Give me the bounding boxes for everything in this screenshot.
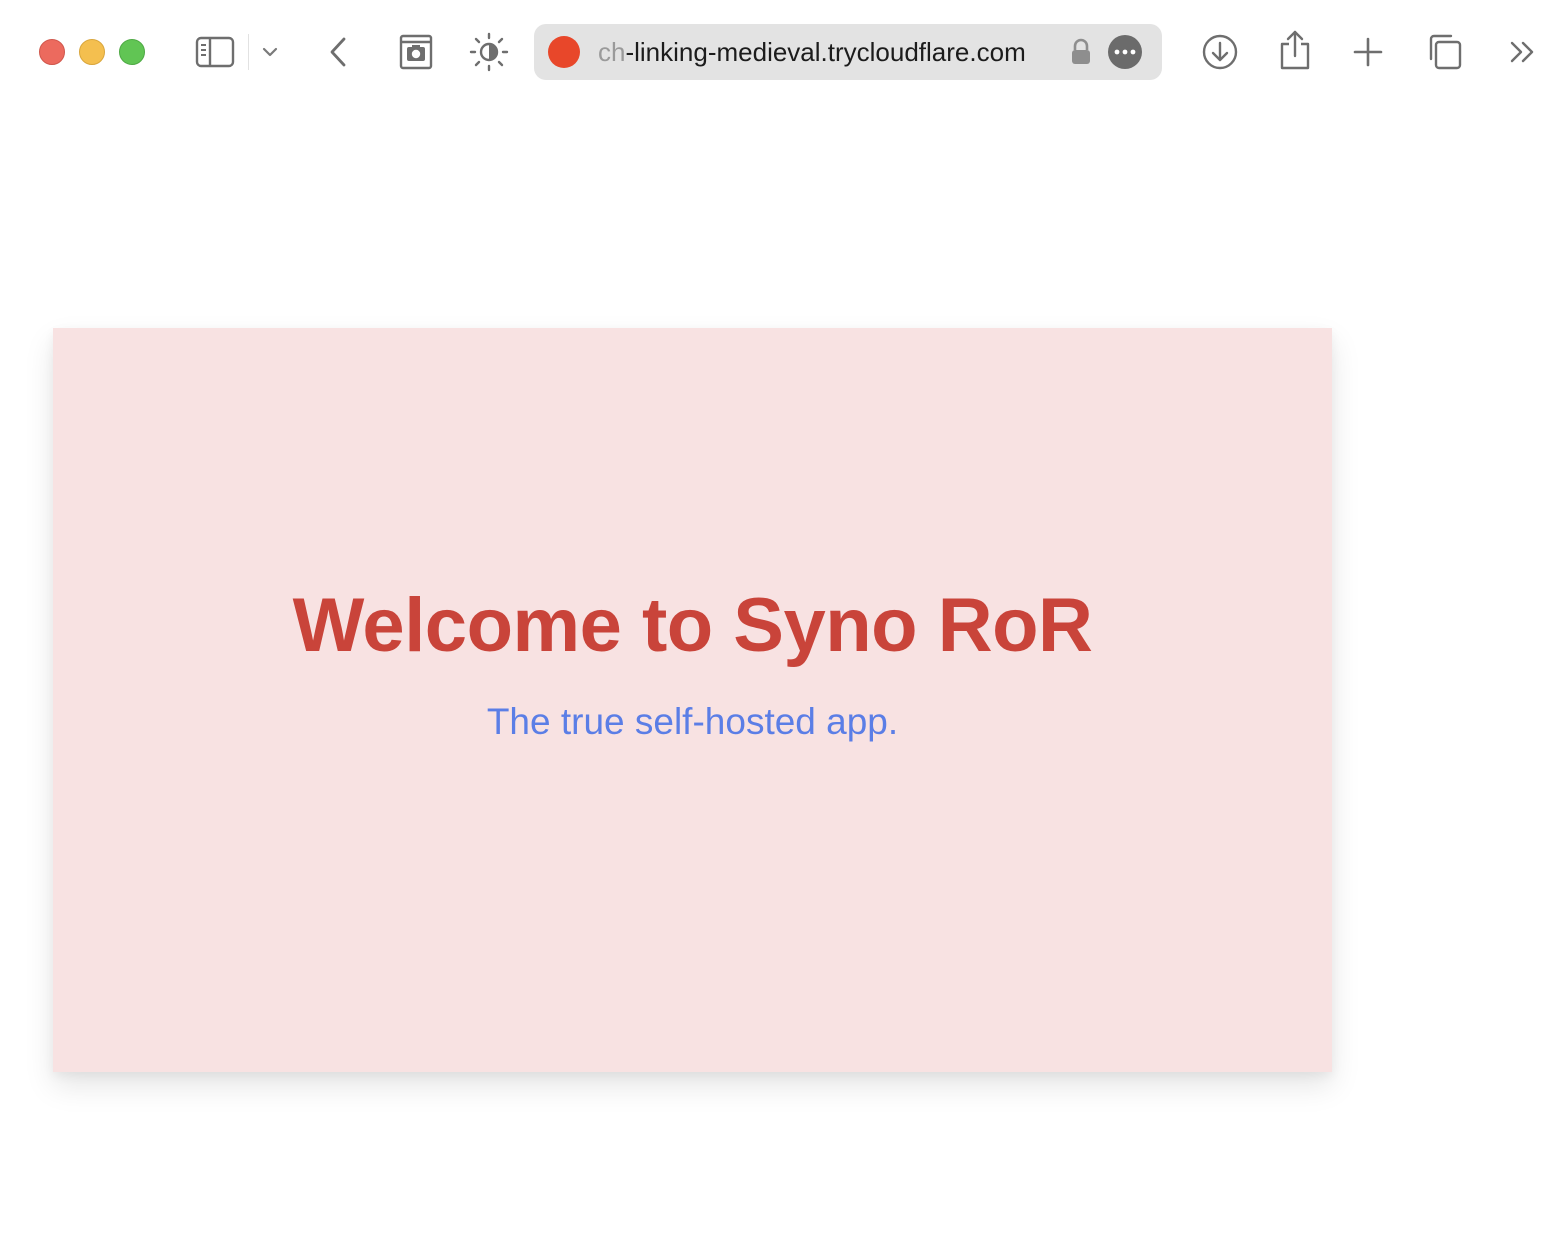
toolbar-divider (248, 34, 249, 70)
download-icon (1202, 34, 1238, 70)
screenshot-button[interactable] (398, 32, 434, 72)
double-chevron-right-icon (1510, 41, 1534, 63)
site-favicon (548, 36, 580, 68)
appearance-button[interactable] (468, 31, 510, 73)
window-zoom-button[interactable] (119, 39, 145, 65)
share-button[interactable] (1276, 28, 1314, 72)
url-text: -linking-medieval.trycloudflare.com (625, 37, 1026, 67)
welcome-card: Welcome to Syno RoR The true self-hosted… (53, 328, 1332, 1072)
url-text-dimmed: ch (598, 37, 626, 67)
new-tab-button[interactable] (1350, 34, 1386, 70)
sidebar-menu-button[interactable] (258, 40, 282, 64)
tab-overview-button[interactable] (1424, 32, 1464, 72)
lock-icon (1070, 38, 1092, 71)
page-subtitle: The true self-hosted app. (486, 701, 899, 742)
address-bar[interactable]: ch-linking-medieval.trycloudflare.com (534, 24, 1162, 80)
page-menu-button[interactable] (1108, 35, 1142, 69)
camera-icon (399, 34, 433, 70)
chevron-down-icon (262, 47, 278, 57)
downloads-button[interactable] (1200, 32, 1240, 72)
share-icon (1280, 30, 1310, 70)
chevron-left-icon (330, 37, 346, 67)
tabs-overview-icon (1429, 34, 1462, 70)
ellipsis-icon (1114, 49, 1136, 55)
browser-window: ch-linking-medieval.trycloudflare.com We… (0, 0, 1562, 1234)
sidebar-toggle-button[interactable] (194, 34, 236, 70)
url-field[interactable]: ch-linking-medieval.trycloudflare.com (598, 37, 1026, 67)
plus-icon (1353, 37, 1383, 67)
browser-toolbar: ch-linking-medieval.trycloudflare.com (0, 0, 1562, 104)
toolbar-overflow-button[interactable] (1506, 36, 1540, 68)
page-title: Welcome to Syno RoR (292, 583, 1093, 668)
window-close-button[interactable] (39, 39, 65, 65)
window-minimize-button[interactable] (79, 39, 105, 65)
brightness-icon (469, 32, 509, 72)
sidebar-icon (195, 36, 235, 68)
back-button[interactable] (322, 32, 354, 72)
